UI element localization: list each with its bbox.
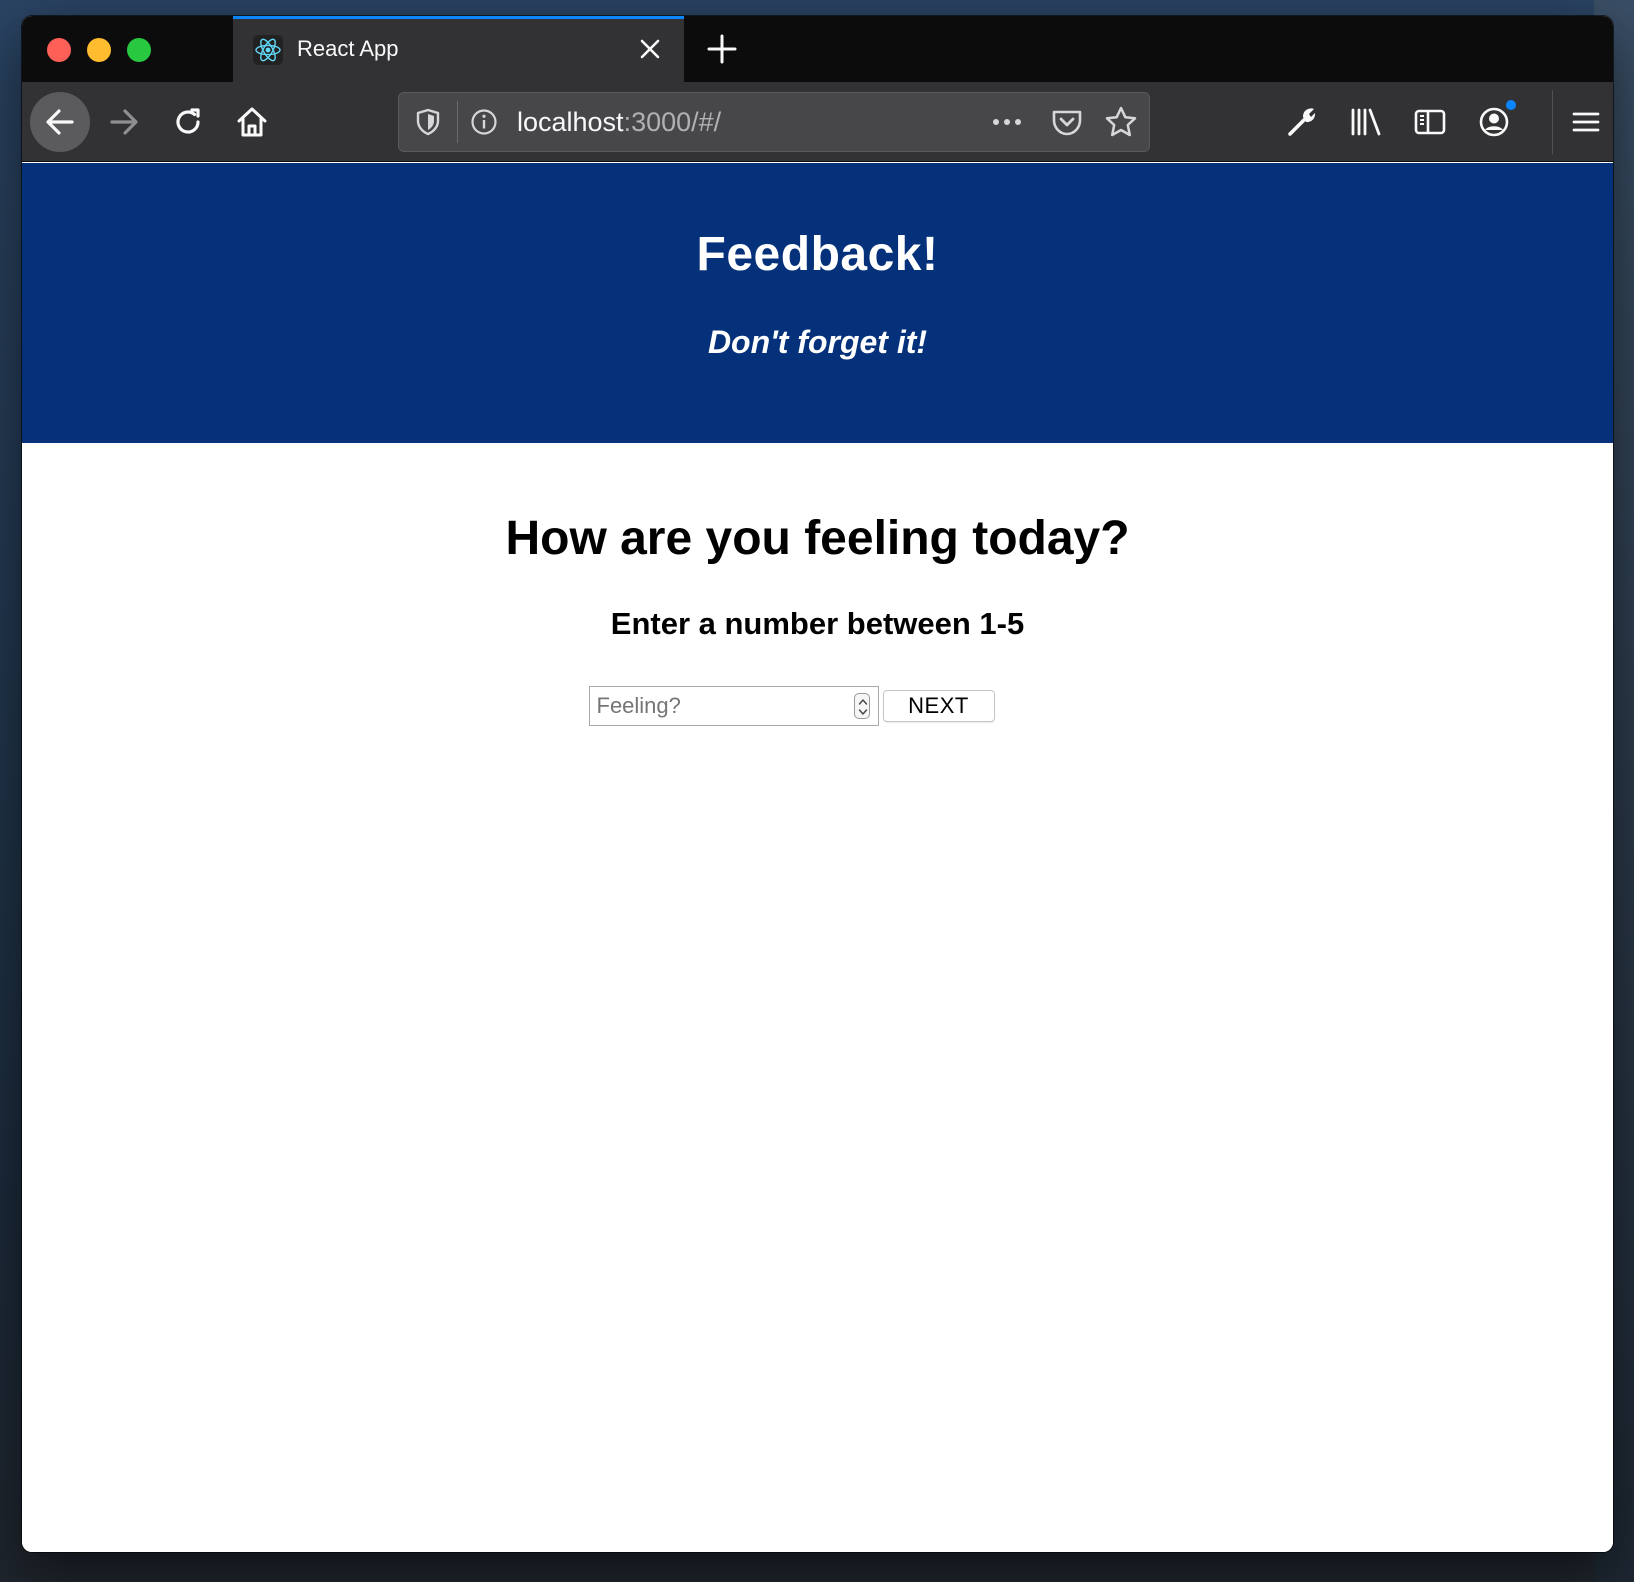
zoom-window-button[interactable]: [127, 38, 151, 62]
url-host: localhost: [517, 107, 624, 137]
reload-icon: [176, 108, 200, 134]
url-text[interactable]: localhost:3000/#/: [517, 107, 721, 138]
app-title: Feedback!: [696, 228, 939, 281]
sidebar-toggle-button[interactable]: [1410, 102, 1450, 142]
home-button[interactable]: [222, 92, 282, 152]
sidebar-icon: [1414, 109, 1446, 135]
url-divider: [457, 101, 458, 143]
number-spinner[interactable]: [853, 693, 870, 719]
app-subtitle: Don't forget it!: [707, 324, 928, 360]
app-menu-button[interactable]: [1566, 102, 1606, 142]
feeling-question: How are you feeling today?: [505, 512, 1130, 565]
page-actions-more-icon[interactable]: [987, 107, 1027, 137]
home-icon: [237, 107, 267, 137]
forward-button[interactable]: [94, 92, 154, 152]
close-window-button[interactable]: [47, 38, 71, 62]
developer-tools-button[interactable]: [1282, 102, 1322, 142]
feeling-form: NEXT: [22, 686, 1613, 726]
wrench-icon: [1288, 108, 1316, 136]
close-tab-icon[interactable]: [634, 33, 666, 65]
notification-dot: [1506, 100, 1516, 110]
site-info-icon[interactable]: [469, 107, 499, 137]
tab-strip: React App: [22, 16, 1613, 82]
reload-button[interactable]: [158, 92, 218, 152]
tab-react-app[interactable]: React App: [233, 16, 684, 82]
account-button[interactable]: [1474, 100, 1516, 142]
back-button[interactable]: [30, 92, 90, 152]
bookmark-star-icon[interactable]: [1103, 105, 1139, 139]
browser-window: React App localhost:3000/#/ Feedback! Do…: [22, 16, 1613, 1552]
next-button[interactable]: NEXT: [882, 690, 995, 722]
library-icon: [1351, 108, 1381, 136]
new-tab-button[interactable]: [702, 30, 742, 68]
account-icon: [1479, 107, 1509, 137]
page-content: Feedback! Don't forget it! How are you f…: [22, 163, 1613, 1552]
toolbar-divider: [1552, 90, 1553, 154]
url-bar[interactable]: localhost:3000/#/: [398, 92, 1150, 152]
url-path: :3000/#/: [623, 107, 722, 137]
feeling-input[interactable]: [589, 687, 850, 725]
arrow-right-icon: [110, 109, 138, 135]
hamburger-menu-icon: [1572, 112, 1600, 132]
app-header: Feedback! Don't forget it!: [22, 163, 1613, 443]
spinner-arrows-icon: [858, 699, 867, 715]
arrow-left-icon: [46, 109, 74, 135]
pocket-icon[interactable]: [1049, 105, 1085, 139]
navigation-toolbar: localhost:3000/#/: [22, 82, 1613, 162]
library-button[interactable]: [1346, 102, 1386, 142]
tracking-shield-icon[interactable]: [413, 107, 443, 137]
tab-title: React App: [297, 36, 399, 61]
react-logo-icon: [253, 35, 283, 65]
feeling-instructions: Enter a number between 1-5: [610, 606, 1025, 641]
feeling-input-field[interactable]: [588, 686, 879, 726]
minimize-window-button[interactable]: [87, 38, 111, 62]
